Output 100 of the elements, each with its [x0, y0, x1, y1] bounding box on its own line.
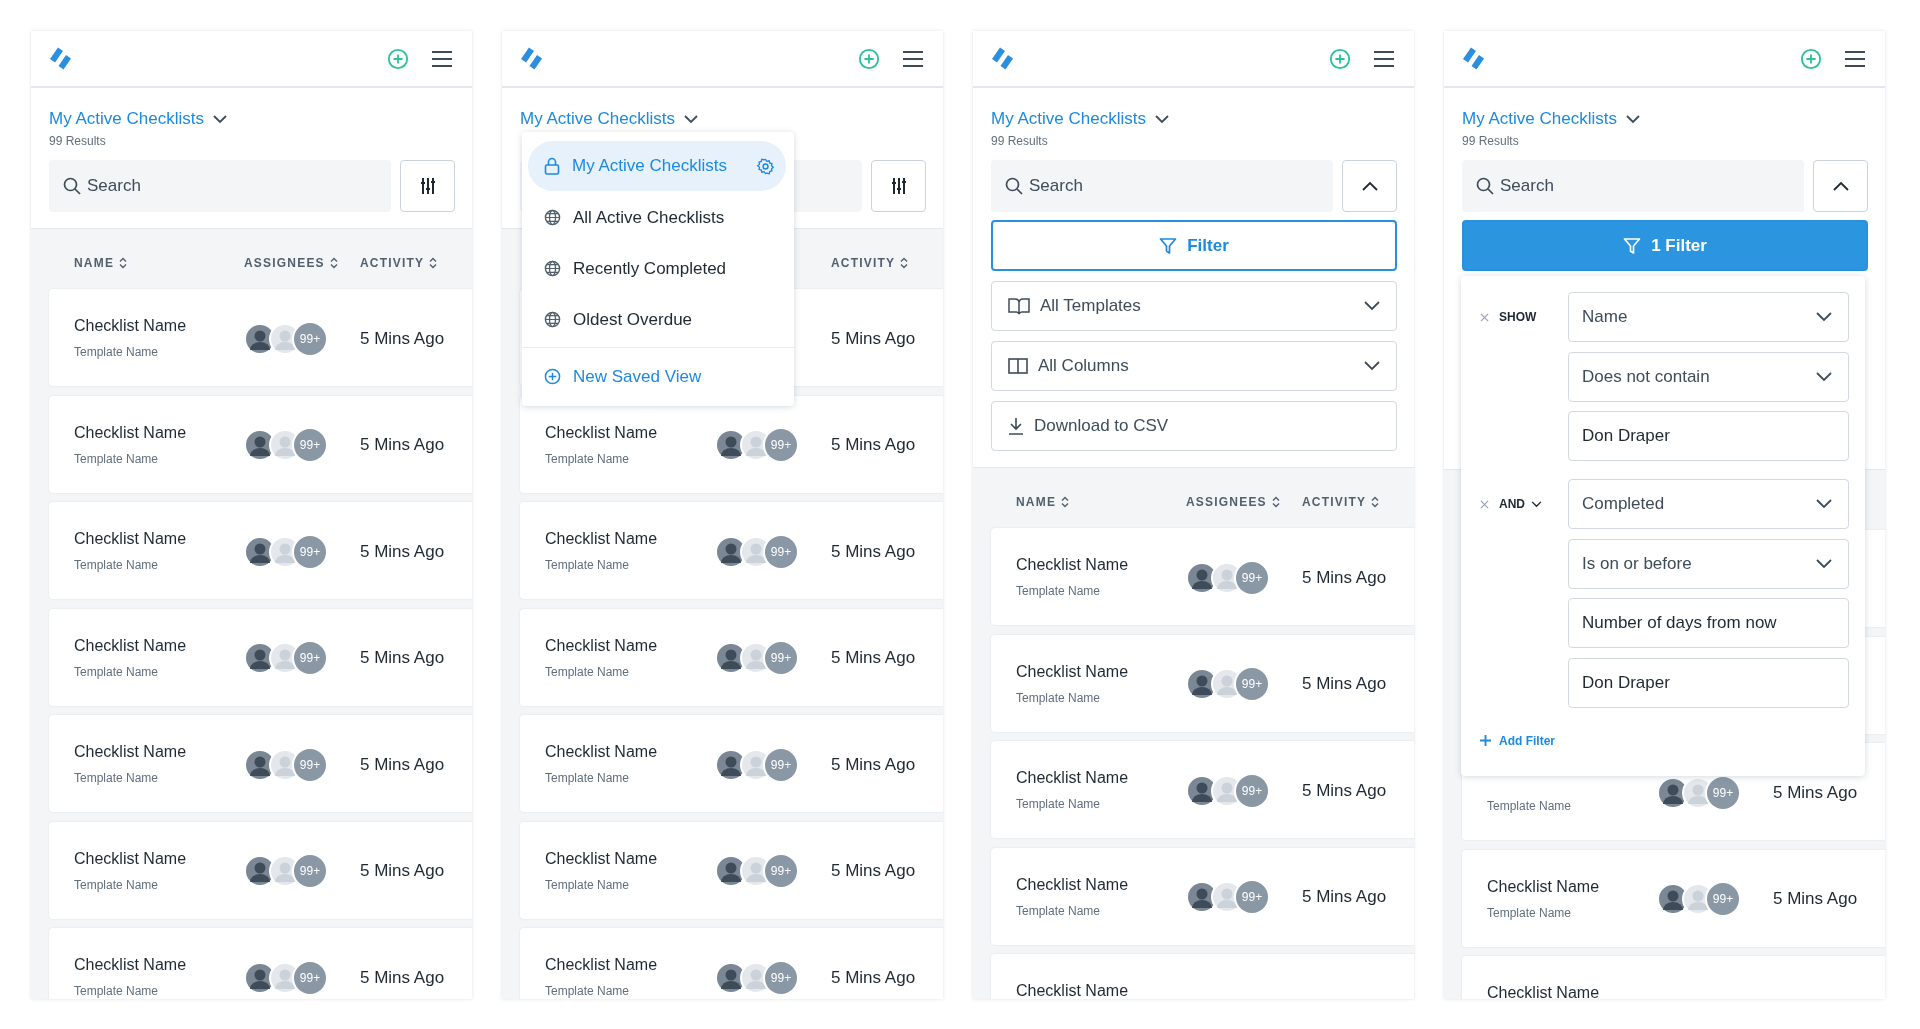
template-name: Template Name: [1016, 902, 1101, 919]
checklist-name: Checklist Name: [1016, 661, 1129, 682]
lock-icon: [544, 157, 560, 175]
template-select[interactable]: All Templates: [991, 281, 1397, 331]
assignee-count-badge: 99+: [294, 855, 326, 887]
view-selector[interactable]: My Active Checklists: [520, 108, 698, 130]
view-selector[interactable]: My Active Checklists: [1462, 108, 1640, 130]
menu-item[interactable]: All Active Checklists: [528, 192, 786, 243]
checklist-row[interactable]: Checklist Name Template Name 99+ 5 Mins Ago: [1462, 849, 1885, 947]
activity-time: 5 Mins Ago: [831, 648, 916, 667]
sort-icon: [1271, 496, 1280, 508]
assignee-count-badge: 99+: [294, 961, 326, 994]
checklist-row[interactable]: Checklist Name Template Name 99+ 5 Mins Ago: [991, 741, 1414, 838]
filter-input[interactable]: Number of days from now: [1568, 598, 1849, 648]
filter-select[interactable]: Is on or before: [1568, 538, 1849, 589]
column-header[interactable]: ACTIVITY: [831, 256, 909, 270]
remove-icon[interactable]: [1480, 312, 1489, 322]
search-field[interactable]: Search: [1462, 160, 1804, 212]
checklist-row[interactable]: Checklist Name Template Name 99+ 5 Mins Ago: [520, 395, 943, 493]
columns-select[interactable]: All Columns: [991, 341, 1397, 391]
checklist-row[interactable]: Checklist Name Template Name 99+ 5 Mins Ago: [991, 634, 1414, 732]
column-header[interactable]: ACTIVITY: [360, 256, 438, 270]
menu-item[interactable]: Recently Completed: [528, 243, 786, 294]
menu-icon[interactable]: [1373, 49, 1395, 68]
filter-input[interactable]: Don Draper: [1568, 657, 1849, 708]
search-field[interactable]: Search: [49, 160, 391, 212]
search-field[interactable]: Search: [991, 160, 1333, 212]
checklist-row[interactable]: Checklist Name: [1462, 956, 1885, 999]
checklist-row[interactable]: Checklist Name Template Name 99+ 5 Mins Ago: [520, 715, 943, 812]
assignee-count-badge: 99+: [1236, 881, 1268, 913]
column-header[interactable]: ASSIGNEES: [1186, 495, 1280, 509]
template-name: Template Name: [545, 770, 630, 786]
remove-icon[interactable]: [1480, 499, 1489, 509]
column-header[interactable]: NAME: [1016, 495, 1070, 509]
add-icon[interactable]: [1800, 47, 1822, 70]
add-icon[interactable]: [387, 47, 409, 70]
toolbar-toggle-button[interactable]: [400, 160, 455, 212]
activity-time: 5 Mins Ago: [831, 328, 916, 348]
logo-icon[interactable]: [519, 45, 545, 72]
chevron-down-icon: [1364, 301, 1380, 311]
checklist-row[interactable]: Checklist Name Template Name 99+ 5 Mins Ago: [49, 502, 472, 599]
filter-select[interactable]: Completed: [1568, 479, 1849, 529]
checklist-row[interactable]: Checklist Name Template Name 99+ 5 Mins Ago: [49, 928, 472, 999]
menu-icon[interactable]: [431, 49, 453, 68]
checklist-row[interactable]: Checklist Name Template Name 99+ 5 Mins Ago: [520, 821, 943, 919]
toolbar-toggle-button[interactable]: [871, 160, 926, 212]
filter-button[interactable]: Filter: [991, 220, 1397, 271]
chevron-up-icon: [1832, 181, 1849, 191]
toolbar-toggle-button[interactable]: [1813, 160, 1868, 212]
activity-time: 5 Mins Ago: [1302, 887, 1387, 906]
logo-icon[interactable]: [990, 45, 1016, 72]
checklist-name: Checklist Name: [545, 848, 658, 869]
filter-input[interactable]: Don Draper: [1568, 411, 1849, 461]
checklist-row[interactable]: Checklist Name Template Name 99+ 5 Mins Ago: [520, 928, 943, 999]
globe-icon: [544, 311, 561, 328]
logo-icon[interactable]: [1461, 45, 1487, 72]
template-name: Template Name: [74, 557, 159, 573]
chevron-down-icon: [1364, 361, 1380, 371]
checklist-row[interactable]: Checklist Name Template Name 99+ 5 Mins Ago: [520, 502, 943, 599]
toolbar-toggle-button[interactable]: [1342, 160, 1397, 212]
checklist-name: Checklist Name: [1016, 768, 1129, 788]
caret-icon: [212, 114, 227, 124]
checklist-row[interactable]: Checklist Name Template Name 99+ 5 Mins Ago: [49, 395, 472, 493]
caret-icon: [1154, 114, 1169, 124]
logo-icon[interactable]: [48, 45, 74, 72]
plus-circle-icon: [544, 368, 561, 385]
view-selector[interactable]: My Active Checklists: [991, 108, 1169, 130]
checklist-row[interactable]: Checklist Name Template Name 99+ 5 Mins Ago: [520, 608, 943, 706]
connector-label: SHOW: [1499, 310, 1537, 324]
menu-icon[interactable]: [1844, 49, 1866, 68]
checklist-row[interactable]: Checklist Name Template Name 99+ 5 Mins Ago: [49, 821, 472, 919]
template-name: Template Name: [74, 983, 159, 999]
checklist-row[interactable]: Checklist Name Template Name 99+ 5 Mins Ago: [49, 715, 472, 812]
checklist-row[interactable]: Checklist Name Template Name 99+ 5 Mins Ago: [49, 608, 472, 706]
view-selector[interactable]: My Active Checklists: [49, 108, 227, 130]
assignee-count-badge: 99+: [765, 748, 797, 781]
menu-item[interactable]: Oldest Overdue: [528, 294, 786, 345]
column-header[interactable]: ACTIVITY: [1302, 495, 1380, 509]
column-header[interactable]: NAME: [74, 256, 128, 270]
template-name: Template Name: [74, 344, 159, 360]
template-name: Template Name: [74, 450, 159, 467]
checklist-name: Checklist Name: [74, 422, 187, 443]
checklist-row[interactable]: Checklist Name Template Name 99+ 5 Mins Ago: [991, 528, 1414, 625]
assignee-count-badge: 99+: [1707, 776, 1739, 809]
add-icon[interactable]: [858, 47, 880, 70]
template-name: Template Name: [545, 450, 630, 467]
menu-icon[interactable]: [902, 49, 924, 68]
add-icon[interactable]: [1329, 47, 1351, 70]
column-header[interactable]: ASSIGNEES: [244, 256, 338, 270]
filter-select[interactable]: Name: [1568, 292, 1849, 342]
settings-icon[interactable]: [757, 157, 774, 175]
template-name: Template Name: [1016, 689, 1101, 706]
checklist-row[interactable]: Checklist Name Template Name 99+ 5 Mins Ago: [49, 289, 472, 386]
activity-time: 5 Mins Ago: [360, 541, 445, 561]
connector-select[interactable]: AND: [1499, 497, 1542, 511]
chevron-up-icon: [1361, 181, 1378, 191]
download-button[interactable]: Download to CSV: [991, 401, 1397, 451]
checklist-row[interactable]: Checklist Name Template Name 99+ 5 Mins Ago: [991, 847, 1414, 945]
checklist-row[interactable]: Checklist Name: [991, 954, 1414, 999]
filter-select[interactable]: Does not contain: [1568, 351, 1849, 402]
